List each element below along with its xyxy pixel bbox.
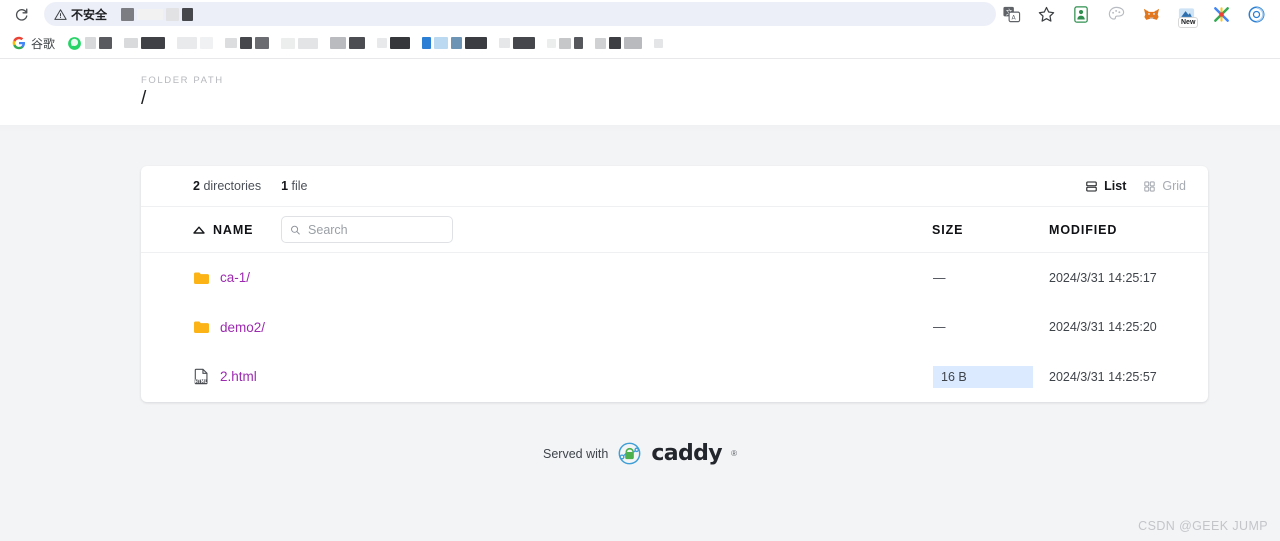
extension-new-icon[interactable]: New <box>1177 5 1199 28</box>
extension-blue-circle-icon[interactable] <box>1247 5 1266 24</box>
page-footer: Served with caddy ® <box>0 441 1280 466</box>
bookmark-item-redacted[interactable] <box>493 37 541 49</box>
address-bar[interactable]: 不安全 <box>44 2 996 26</box>
view-mode-grid[interactable]: Grid <box>1143 179 1186 193</box>
reload-icon <box>15 8 27 21</box>
file-size-cell: — <box>933 320 946 335</box>
extension-x-icon[interactable] <box>1212 5 1231 24</box>
view-mode-toggle: List Grid <box>1085 179 1186 193</box>
column-header-name[interactable]: NAME <box>213 223 253 237</box>
bookmark-google[interactable]: 谷歌 <box>6 35 61 52</box>
whatsapp-icon <box>68 36 81 50</box>
file-modified-cell: 2024/3/31 14:25:20 <box>1049 320 1157 335</box>
search-input[interactable] <box>308 222 445 237</box>
security-status-chip[interactable]: 不安全 <box>54 6 107 23</box>
browser-toolbar: 不安全 文 A <box>0 0 1280 28</box>
file-browser-page: FOLDER PATH / 2 directories 1 file List <box>0 59 1280 541</box>
header-divider <box>0 125 1280 133</box>
bookmark-item-redacted[interactable] <box>371 37 416 49</box>
directory-count: 2 <box>193 179 200 193</box>
search-box[interactable] <box>281 216 454 243</box>
table-row[interactable]: HTML 2.html 16 B 2024/3/31 14:25:57 <box>141 352 1208 402</box>
bookmark-item-redacted[interactable] <box>589 37 648 49</box>
file-modified-cell: 2024/3/31 14:25:17 <box>1049 270 1157 285</box>
bookmark-item-redacted[interactable] <box>541 37 589 49</box>
bookmark-star-icon[interactable] <box>1037 5 1056 24</box>
caddy-logo-icon <box>618 442 641 465</box>
file-name-cell: demo2/ <box>193 320 265 335</box>
file-size-cell: — <box>933 270 946 285</box>
bookmarks-bar: 谷歌 <box>0 28 1280 58</box>
search-icon <box>291 225 301 234</box>
bookmark-item-redacted[interactable] <box>324 37 371 49</box>
column-header-size[interactable]: SIZE <box>932 223 963 237</box>
metamask-fox-icon[interactable] <box>1142 5 1161 24</box>
table-row[interactable]: demo2/ — 2024/3/31 14:25:20 <box>141 303 1208 353</box>
grid-view-icon <box>1144 180 1156 192</box>
table-row[interactable]: ca-1/ — 2024/3/31 14:25:17 <box>141 253 1208 303</box>
caddy-wordmark: caddy <box>651 441 723 466</box>
bookmark-item-redacted[interactable] <box>61 36 118 51</box>
watermark: CSDN @GEEK JUMP <box>1138 519 1268 533</box>
page-header: FOLDER PATH / <box>0 59 1280 125</box>
caddy-trademark: ® <box>731 449 737 458</box>
google-g-icon <box>12 36 26 50</box>
column-headers: NAME SIZE MODIFIED <box>141 207 1208 253</box>
file-name-cell: ca-1/ <box>193 270 250 285</box>
file-count: 1 <box>281 179 289 193</box>
html-file-icon: HTML <box>195 369 208 385</box>
bookmark-item-redacted[interactable] <box>118 37 171 49</box>
view-mode-list[interactable]: List <box>1085 179 1126 193</box>
address-bar-url-redacted <box>121 7 194 21</box>
list-view-icon <box>1086 181 1097 191</box>
file-link[interactable]: demo2/ <box>220 320 265 335</box>
served-with-label: Served with <box>543 446 609 461</box>
listing-toolbar: 2 directories 1 file List Grid <box>141 166 1208 207</box>
file-link[interactable]: ca-1/ <box>220 270 250 285</box>
file-size-cell: 16 B <box>933 365 1033 388</box>
file-name-cell: HTML 2.html <box>193 368 257 385</box>
extension-new-badge-label: New <box>1178 16 1199 28</box>
sort-ascending-triangle-icon[interactable] <box>193 226 205 234</box>
item-counts: 2 directories 1 file <box>193 179 308 193</box>
column-header-modified[interactable]: MODIFIED <box>1049 223 1117 237</box>
view-mode-list-label: List <box>1104 179 1127 193</box>
file-link[interactable]: 2.html <box>220 369 257 384</box>
folder-icon <box>194 272 209 284</box>
view-mode-grid-label: Grid <box>1162 179 1186 193</box>
svg-text:HTML: HTML <box>195 379 208 384</box>
translate-icon[interactable]: 文 A <box>1002 5 1021 24</box>
bookmark-google-label: 谷歌 <box>31 36 56 51</box>
folder-path-label: FOLDER PATH <box>141 75 224 86</box>
file-modified-cell: 2024/3/31 14:25:57 <box>1049 369 1157 384</box>
reload-button[interactable] <box>10 3 32 25</box>
extension-palette-icon[interactable] <box>1107 5 1126 24</box>
directory-word: directories <box>203 179 262 193</box>
bookmark-item-redacted[interactable] <box>171 37 219 49</box>
file-word: file <box>291 179 308 193</box>
warning-triangle-icon <box>54 8 67 20</box>
folder-path-value: / <box>141 88 147 109</box>
browser-chrome: 不安全 文 A <box>0 0 1280 59</box>
bookmark-item-redacted[interactable] <box>219 37 275 49</box>
file-listing-card: 2 directories 1 file List Grid NAME Sear… <box>141 166 1208 402</box>
bookmark-item-redacted[interactable] <box>648 38 669 48</box>
extension-green-person-icon[interactable] <box>1072 5 1091 24</box>
security-status-label: 不安全 <box>71 7 108 22</box>
bookmark-item-redacted[interactable] <box>416 37 493 49</box>
bookmark-item-redacted[interactable] <box>275 37 324 49</box>
browser-action-icons: 文 A <box>1002 5 1272 28</box>
folder-icon <box>194 321 209 334</box>
